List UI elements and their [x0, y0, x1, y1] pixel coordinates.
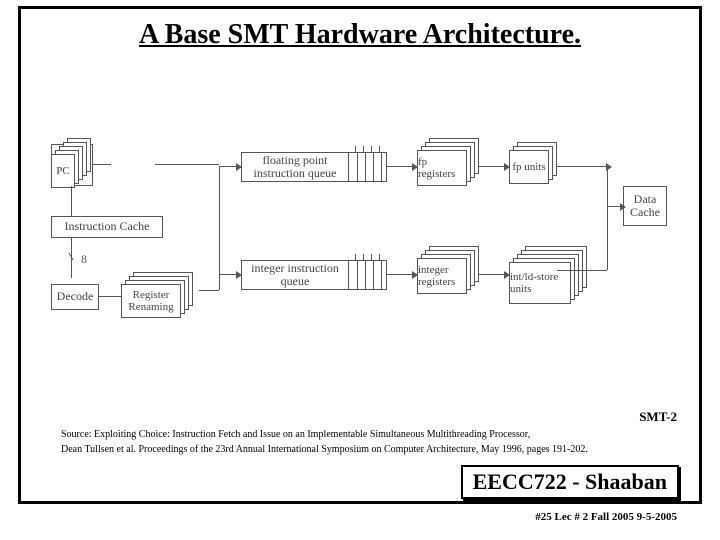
source-line-2: Dean Tullsen et al. Proceedings of the 2… — [61, 442, 659, 457]
pc-label: PC — [51, 154, 75, 188]
source-citation: Source: Exploiting Choice: Instruction F… — [61, 427, 659, 457]
slide-frame: A Base SMT Hardware Architecture. Fetch … — [18, 6, 702, 504]
register-renaming-stack: Register Renaming — [121, 272, 199, 322]
bus-width-8: 8 — [81, 252, 87, 267]
fp-units-label: fp units — [509, 150, 549, 184]
decode-box: Decode — [51, 284, 99, 310]
register-renaming-label: Register Renaming — [121, 284, 181, 318]
course-footer: EECC722 - Shaaban — [461, 465, 679, 499]
int-registers-stack: integer registers — [417, 246, 489, 298]
int-queue-box: integer instruction queue — [241, 260, 349, 290]
pc-stack: PC — [51, 138, 95, 186]
fp-registers-label: fp registers — [417, 150, 467, 186]
int-ldstore-stack: int/ld-store units — [509, 246, 599, 312]
architecture-diagram: Fetch Unit PC Instruction Cache 8 Decode… — [51, 124, 671, 354]
int-ldstore-label: int/ld-store units — [509, 262, 571, 304]
data-cache-box: Data Cache — [623, 186, 667, 226]
slide-pager: #25 Lec # 2 Fall 2005 9-5-2005 — [535, 511, 677, 523]
slide-title: A Base SMT Hardware Architecture. — [41, 19, 679, 51]
int-registers-label: integer registers — [417, 258, 467, 294]
instruction-cache-box: Instruction Cache — [51, 216, 163, 238]
source-line-1: Source: Exploiting Choice: Instruction F… — [61, 427, 659, 442]
fp-queue-box: floating point instruction queue — [241, 152, 349, 182]
fp-registers-stack: fp registers — [417, 138, 489, 190]
smt-tag: SMT-2 — [639, 409, 677, 425]
